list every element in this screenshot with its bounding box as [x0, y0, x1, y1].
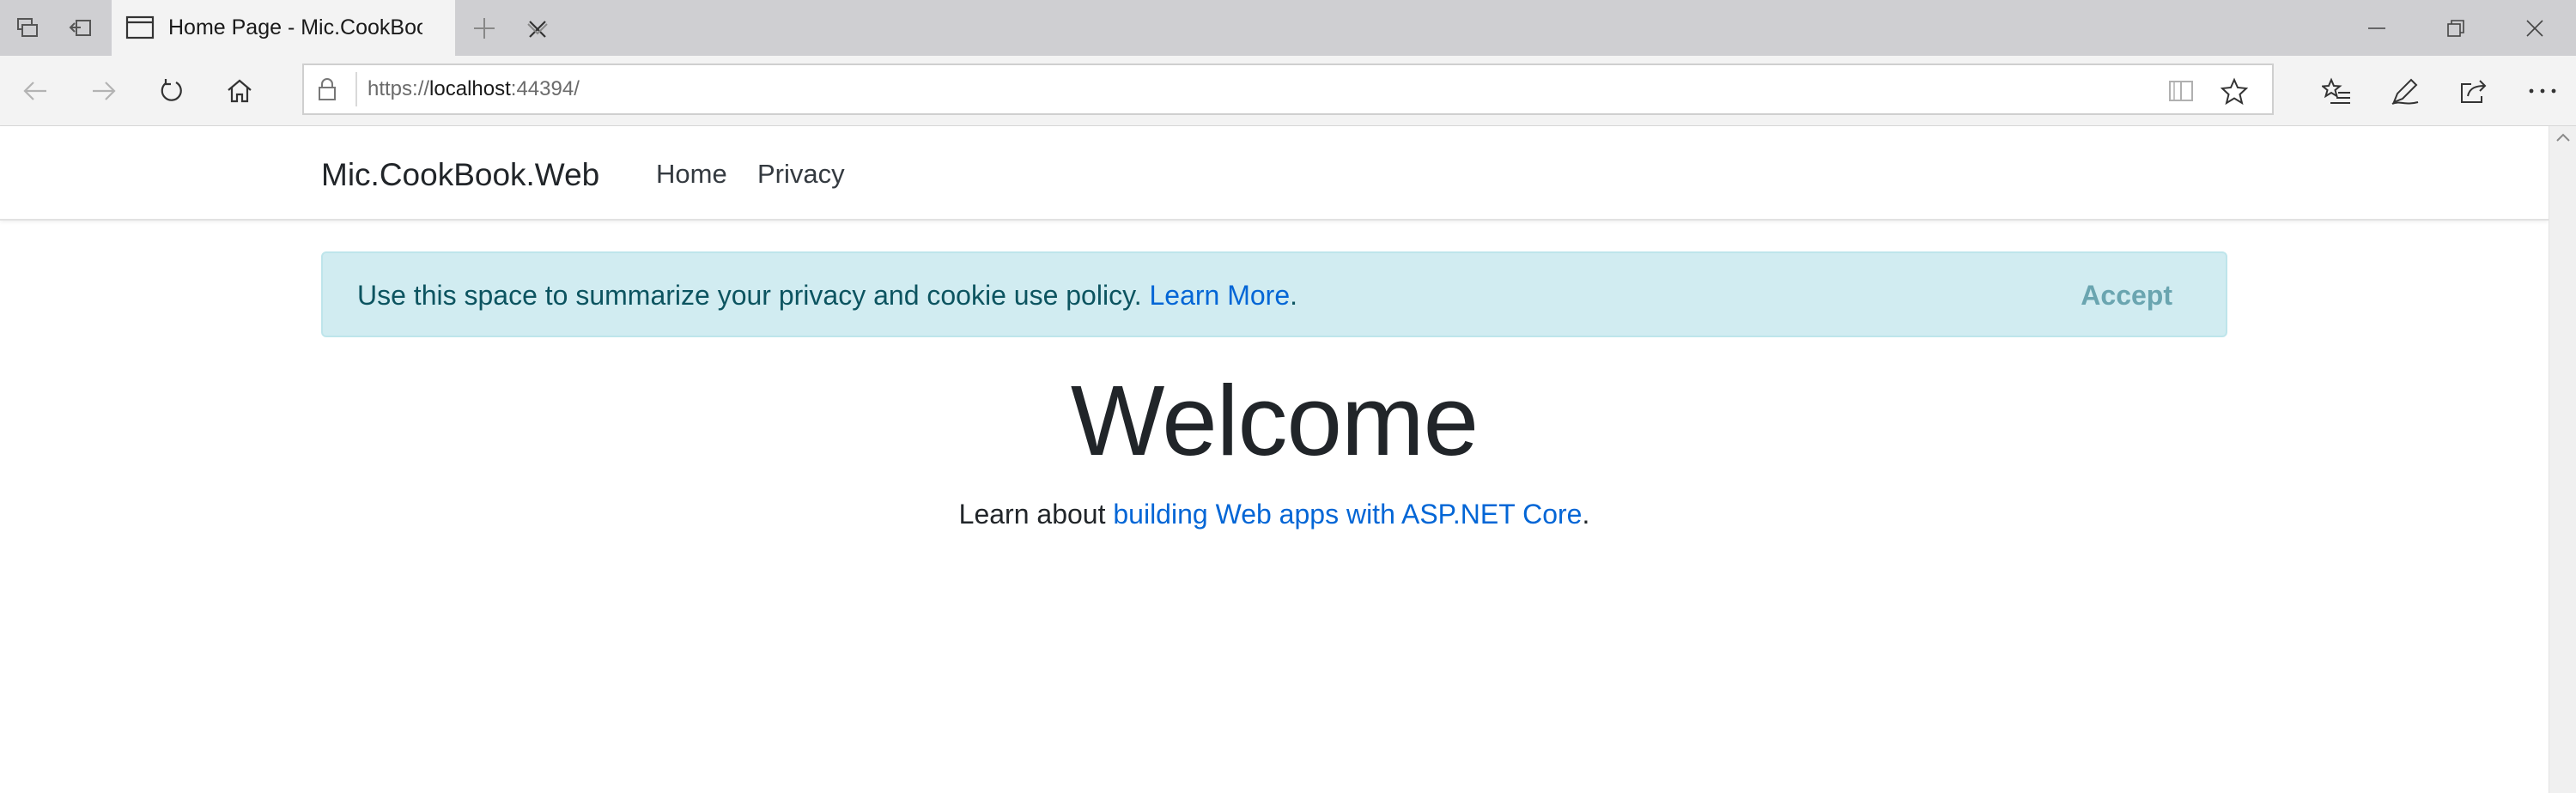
home-button[interactable]: [218, 70, 261, 112]
cookie-consent-text: Use this space to summarize your privacy…: [357, 279, 1297, 312]
url-host: localhost: [429, 77, 511, 100]
welcome-heading: Welcome: [1070, 365, 1479, 476]
share-button[interactable]: [2452, 70, 2495, 112]
tab-list-icon: [17, 18, 38, 37]
reading-view-button[interactable]: [2162, 72, 2200, 110]
tab-preview-button[interactable]: [519, 9, 556, 47]
minimize-icon: [2368, 27, 2385, 29]
address-bar[interactable]: https://localhost:44394/: [302, 64, 2274, 115]
site-brand[interactable]: Mic.CookBook.Web: [321, 157, 599, 193]
window-close-button[interactable]: [2495, 0, 2574, 56]
favorites-hub-icon: [2322, 77, 2350, 104]
settings-more-button[interactable]: [2521, 70, 2564, 112]
favorite-button[interactable]: [2215, 72, 2253, 110]
minimize-button[interactable]: [2337, 0, 2416, 56]
nav-link-home[interactable]: Home: [656, 159, 727, 190]
browser-toolbar: https://localhost:44394/: [0, 56, 2576, 126]
favorites-hub-button[interactable]: [2315, 70, 2358, 112]
vertical-scrollbar[interactable]: [2549, 126, 2576, 793]
active-tab[interactable]: Home Page - Mic.CookBook.Web: [112, 0, 546, 56]
forward-icon: [93, 82, 116, 100]
refresh-icon: [161, 79, 182, 101]
share-icon: [2461, 80, 2487, 103]
new-tab-button[interactable]: [465, 9, 503, 47]
nav-link-privacy[interactable]: Privacy: [757, 159, 845, 190]
cookie-consent-message: Use this space to summarize your privacy…: [357, 280, 1142, 311]
new-tab-icon: [474, 18, 495, 39]
url-port-path: :44394/: [510, 77, 580, 100]
refresh-button[interactable]: [149, 70, 192, 112]
address-divider: [355, 72, 357, 106]
lock-icon: [319, 78, 336, 100]
restore-button[interactable]: [2416, 0, 2495, 56]
set-aside-tabs-button[interactable]: [62, 9, 100, 47]
forward-button[interactable]: [82, 70, 125, 112]
learn-more-link[interactable]: Learn More: [1149, 280, 1290, 311]
intro-prefix: Learn about: [958, 499, 1106, 530]
restore-icon: [2447, 19, 2464, 37]
aspnet-core-link[interactable]: building Web apps with ASP.NET Core: [1113, 499, 1582, 530]
intro-paragraph: Learn about building Web apps with ASP.N…: [0, 497, 2549, 531]
cookie-consent-alert: Use this space to summarize your privacy…: [321, 251, 2227, 337]
url-scheme: https://: [368, 77, 430, 100]
browser-tab-strip: Home Page - Mic.CookBook.Web: [0, 0, 2576, 56]
add-notes-icon: [2391, 78, 2419, 105]
reading-view-icon: [2169, 81, 2193, 101]
accept-cookies-button[interactable]: Accept: [2081, 279, 2172, 312]
back-icon: [23, 82, 46, 100]
tab-title: Home Page - Mic.CookBook.Web: [168, 15, 422, 39]
cookie-consent-suffix: .: [1290, 280, 1297, 311]
scroll-up-arrow-icon[interactable]: [2555, 131, 2572, 143]
page-icon: [125, 15, 155, 39]
close-icon: [2526, 19, 2543, 37]
settings-more-icon: [2529, 88, 2556, 94]
add-notes-button[interactable]: [2384, 70, 2427, 112]
tab-preview-chevron-icon: [527, 23, 548, 35]
page-viewport: Mic.CookBook.Web Home Privacy Use this s…: [0, 126, 2549, 793]
back-button[interactable]: [14, 70, 57, 112]
tab-list-button[interactable]: [9, 9, 46, 47]
home-icon: [228, 79, 252, 103]
url-text[interactable]: https://localhost:44394/: [368, 76, 580, 102]
favorite-star-icon: [2221, 77, 2248, 105]
intro-suffix: .: [1582, 499, 1590, 530]
site-navbar: Mic.CookBook.Web Home Privacy: [0, 126, 2549, 221]
set-aside-tabs-icon: [69, 20, 91, 36]
